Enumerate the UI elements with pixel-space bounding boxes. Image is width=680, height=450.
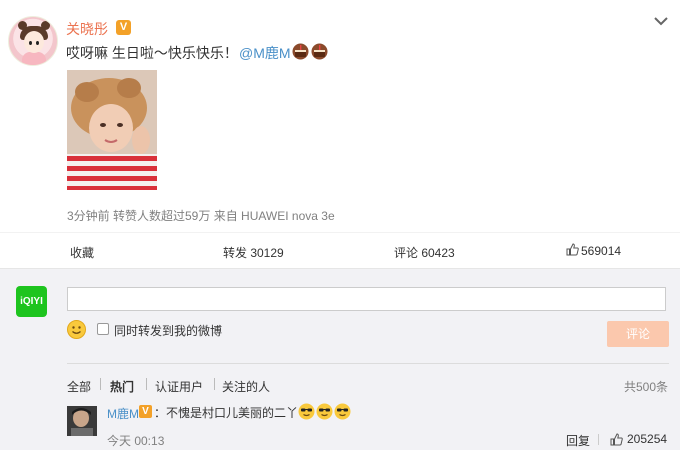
repost-checkbox[interactable]: [97, 323, 109, 335]
author-name[interactable]: 关晓彤: [66, 19, 108, 39]
smiley-emoji-icon[interactable]: [67, 320, 86, 339]
commenter-avatar[interactable]: [67, 406, 97, 436]
comment-input[interactable]: [67, 287, 666, 311]
comment-text: ：不愧是村口儿美丽的二丫: [154, 406, 299, 420]
filter-separator: [100, 378, 101, 390]
post-meta: 3分钟前 转赞人数超过59万 来自 HUAWEI nova 3e: [67, 209, 335, 223]
comment-time: 今天 00:13: [107, 434, 165, 448]
thumbs-up-icon[interactable]: [610, 433, 623, 446]
reply-button[interactable]: 回复: [566, 432, 590, 449]
divider: [67, 363, 669, 364]
iqiyi-icon: iQIYI: [16, 286, 47, 317]
filter-following[interactable]: 关注的人: [222, 378, 270, 395]
comment-total: 共500条: [624, 380, 669, 394]
cake-icon: [311, 43, 328, 60]
post-text: 哎呀嘛 生日啦～快乐快乐！: [66, 45, 238, 61]
verified-badge-icon: V: [139, 405, 152, 418]
commenter-name[interactable]: M鹿M: [107, 405, 139, 422]
sunglasses-face-icon: [316, 403, 333, 420]
filter-all[interactable]: 全部: [67, 378, 91, 395]
repost-checkbox-label: 同时转发到我的微博: [114, 324, 223, 338]
filter-hot[interactable]: 热门: [110, 378, 134, 395]
action-separator: [598, 434, 599, 445]
submit-comment-button[interactable]: 评论: [607, 321, 669, 347]
filter-separator: [146, 378, 147, 390]
post-photo[interactable]: [67, 70, 157, 190]
favorite-button[interactable]: 收藏: [70, 244, 94, 261]
author-avatar[interactable]: [8, 16, 58, 66]
chevron-down-icon[interactable]: [653, 13, 669, 29]
mention-link[interactable]: @M鹿M: [239, 43, 291, 63]
sunglasses-face-icon: [334, 403, 351, 420]
post-photo-image: [67, 70, 157, 190]
filter-separator: [214, 378, 215, 390]
comment-button[interactable]: 评论 60423: [394, 244, 455, 261]
weibo-post: 关晓彤 V 哎呀嘛 生日啦～快乐快乐！ @M鹿M 3分钟前 转赞人数超过59万 …: [0, 0, 680, 232]
sunglasses-face-icon: [298, 403, 315, 420]
like-count[interactable]: 569014: [581, 244, 621, 258]
thumbs-up-icon[interactable]: [566, 243, 579, 256]
cake-icon: [292, 43, 309, 60]
comment-like-count: 205254: [627, 432, 668, 446]
repost-button[interactable]: 转发 30129: [223, 244, 284, 261]
filter-verified[interactable]: 认证用户: [155, 378, 203, 395]
verified-badge-icon: V: [116, 20, 131, 35]
